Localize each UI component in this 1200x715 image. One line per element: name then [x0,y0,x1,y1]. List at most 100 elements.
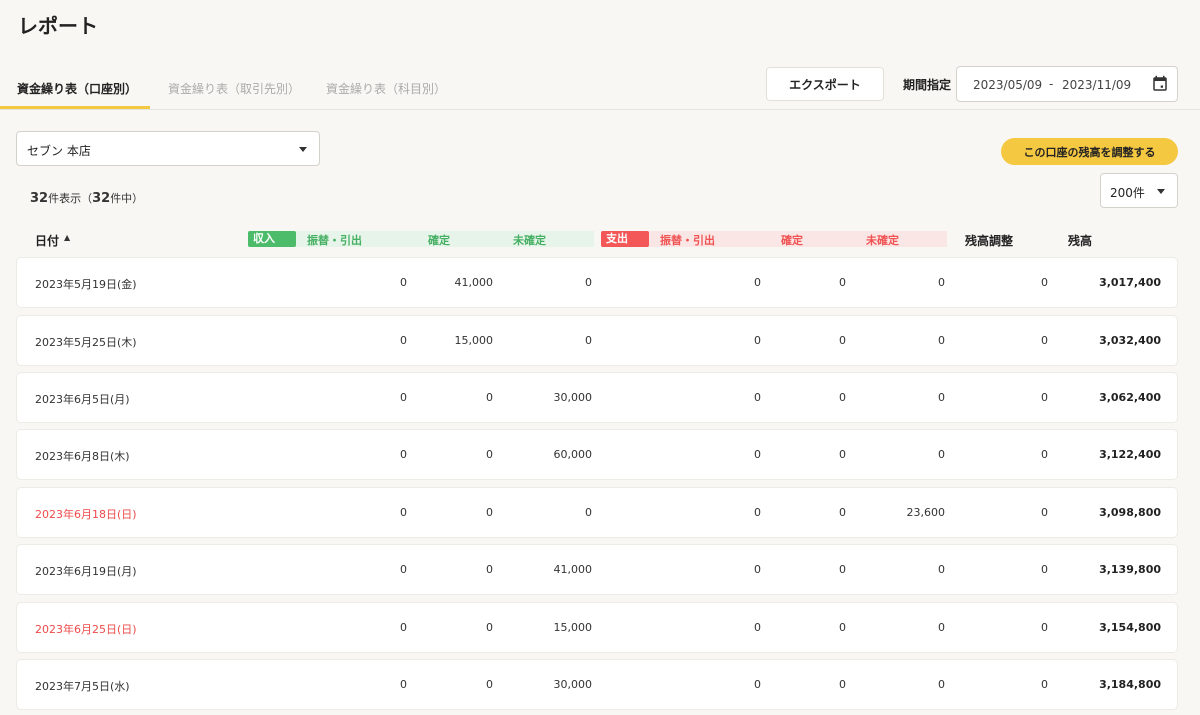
cell-expense-confirmed: 0 [839,334,846,347]
total-count: 32 [92,191,111,206]
tab-partner[interactable]: 資金繰り表（取引先別） [168,80,300,97]
cell-balance: 3,184,800 [1099,678,1161,691]
cell-date: 2023年6月5日(月) [35,393,130,406]
chevron-down-icon [1157,189,1165,194]
cell-income-unconfirmed: 30,000 [553,391,593,404]
cell-income-confirmed: 15,000 [454,334,494,347]
cell-balance: 3,098,800 [1099,506,1161,519]
cell-income-transfer: 0 [400,621,407,634]
table-row[interactable]: 2023年6月5日(月) 0 0 30,000 0 0 0 0 3,062,400 [16,372,1178,423]
tab-account-underline [0,106,150,109]
cell-expense-unconfirmed: 0 [938,621,945,634]
cell-expense-transfer: 0 [754,563,761,576]
income-header-band: 収入 振替・引出 確定 未確定 [248,231,594,247]
per-page-value: 200件 [1110,186,1145,200]
cell-adjustment: 0 [1041,276,1048,289]
tab-category[interactable]: 資金繰り表（科目別） [326,80,446,97]
header-expense-confirmed: 確定 [781,234,803,247]
cell-expense-confirmed: 0 [839,621,846,634]
cell-income-unconfirmed: 0 [585,506,592,519]
cell-income-confirmed: 41,000 [454,276,494,289]
account-select[interactable]: セブン 本店 [16,131,320,166]
cell-date: 2023年6月18日(日) [35,508,137,521]
cell-expense-unconfirmed: 0 [938,448,945,461]
cell-expense-unconfirmed: 0 [938,334,945,347]
cell-income-unconfirmed: 0 [585,276,592,289]
tab-account[interactable]: 資金繰り表（口座別） [17,80,137,97]
page-title: レポート [18,14,98,38]
header-date[interactable]: 日付 [35,232,59,249]
cell-income-transfer: 0 [400,678,407,691]
cell-date: 2023年5月19日(金) [35,278,137,291]
cell-income-unconfirmed: 60,000 [553,448,593,461]
sort-asc-icon[interactable]: ▲ [64,233,70,242]
cell-expense-confirmed: 0 [839,678,846,691]
cell-income-confirmed: 0 [486,563,493,576]
adjust-balance-button[interactable]: この口座の残高を調整する [1001,138,1178,165]
cell-adjustment: 0 [1041,563,1048,576]
cell-income-unconfirmed: 41,000 [553,563,593,576]
income-badge: 収入 [248,231,296,247]
cell-income-transfer: 0 [400,563,407,576]
table-row[interactable]: 2023年5月25日(木) 0 15,000 0 0 0 0 0 3,032,400 [16,315,1178,366]
cell-expense-confirmed: 0 [839,448,846,461]
table-header: 日付 ▲ 収入 振替・引出 確定 未確定 支出 振替・引出 確定 未確定 残高調… [16,225,1178,255]
cell-expense-transfer: 0 [754,276,761,289]
cell-balance: 3,017,400 [1099,276,1161,289]
result-count: 32件表示（32件中） [30,190,143,206]
header-income-transfer: 振替・引出 [307,234,362,247]
cell-expense-confirmed: 0 [839,391,846,404]
period-label: 期間指定 [903,78,952,92]
date-to[interactable]: 2023/11/09 [1062,78,1131,92]
per-page-select[interactable]: 200件 [1100,173,1178,208]
table-row[interactable]: 2023年6月8日(木) 0 0 60,000 0 0 0 0 3,122,400 [16,429,1178,480]
table-row[interactable]: 2023年7月5日(水) 0 0 30,000 0 0 0 0 3,184,800 [16,659,1178,710]
cell-balance: 3,154,800 [1099,621,1161,634]
cell-adjustment: 0 [1041,391,1048,404]
cell-expense-unconfirmed: 23,600 [906,506,946,519]
cell-income-confirmed: 0 [486,621,493,634]
cell-adjustment: 0 [1041,448,1048,461]
table-row[interactable]: 2023年6月25日(日) 0 0 15,000 0 0 0 0 3,154,800 [16,602,1178,653]
table-row[interactable]: 2023年6月19日(月) 0 0 41,000 0 0 0 0 3,139,800 [16,544,1178,595]
cell-income-confirmed: 0 [486,506,493,519]
cell-adjustment: 0 [1041,621,1048,634]
cell-income-transfer: 0 [400,506,407,519]
cell-date: 2023年6月8日(木) [35,450,130,463]
table-row[interactable]: 2023年6月18日(日) 0 0 0 0 0 23,600 0 3,098,800 [16,487,1178,538]
cell-adjustment: 0 [1041,678,1048,691]
cell-date: 2023年5月25日(木) [35,336,137,349]
calendar-icon[interactable] [1151,75,1169,93]
date-separator: - [1049,77,1054,91]
total-suffix: 件中） [110,192,144,205]
cell-date: 2023年6月19日(月) [35,565,137,578]
expense-header-band: 支出 振替・引出 確定 未確定 [601,231,947,247]
date-from[interactable]: 2023/05/09 [973,78,1042,92]
shown-suffix: 件表示（ [48,192,93,205]
cell-income-unconfirmed: 30,000 [553,678,593,691]
date-range-picker[interactable]: 2023/05/09 - 2023/11/09 [956,66,1178,102]
cell-adjustment: 0 [1041,334,1048,347]
cell-income-confirmed: 0 [486,391,493,404]
table-row[interactable]: 2023年5月19日(金) 0 41,000 0 0 0 0 0 3,017,400 [16,257,1178,308]
cell-expense-unconfirmed: 0 [938,563,945,576]
cell-date: 2023年6月25日(日) [35,623,137,636]
cell-expense-unconfirmed: 0 [938,678,945,691]
header-adjustment: 残高調整 [965,234,1014,248]
cell-balance: 3,062,400 [1099,391,1161,404]
cell-balance: 3,122,400 [1099,448,1161,461]
cell-income-transfer: 0 [400,334,407,347]
cell-expense-confirmed: 0 [839,276,846,289]
export-button[interactable]: エクスポート [766,67,884,101]
cell-income-confirmed: 0 [486,678,493,691]
header-expense-unconfirmed: 未確定 [866,234,899,247]
cell-income-unconfirmed: 0 [585,334,592,347]
expense-badge: 支出 [601,231,649,247]
cell-balance: 3,032,400 [1099,334,1161,347]
cell-income-unconfirmed: 15,000 [553,621,593,634]
cell-expense-unconfirmed: 0 [938,276,945,289]
cell-expense-transfer: 0 [754,678,761,691]
chevron-down-icon [299,147,307,152]
cell-income-transfer: 0 [400,391,407,404]
header-income-unconfirmed: 未確定 [513,234,546,247]
